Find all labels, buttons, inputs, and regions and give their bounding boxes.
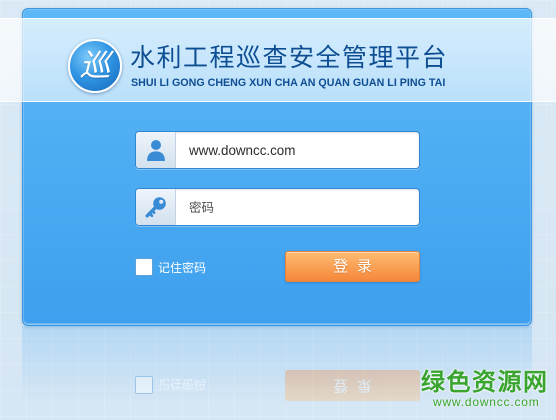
watermark-url: www.downcc.com (433, 395, 540, 409)
remember-checkbox-reflection (135, 376, 153, 394)
page-subtitle: SHUI LI GONG CHENG XUN CHA AN QUAN GUAN … (131, 77, 446, 89)
login-button-reflection: 登 录 (285, 370, 420, 401)
patrol-logo-icon: 巡 (68, 39, 122, 93)
logo-glyph: 巡 (79, 47, 111, 84)
password-input[interactable] (176, 189, 419, 225)
key-icon-hole (158, 199, 163, 204)
username-input[interactable] (176, 132, 419, 168)
remember-label-reflection: 记住密码 (158, 377, 207, 391)
page-title: 水利工程巡查安全管理平台 (130, 43, 449, 72)
watermark-name: 绿色资源网 (421, 368, 549, 396)
remember-checkbox[interactable] (135, 258, 153, 276)
login-page: { "theme": { "background": "#d5e6f4", "p… (0, 0, 556, 420)
password-field (135, 188, 420, 226)
user-icon-body (146, 151, 165, 161)
remember-label[interactable]: 记住密码 (158, 260, 206, 276)
username-icon-box (136, 132, 176, 168)
password-icon-box (136, 189, 176, 225)
login-button-reflection-label: 登 录 (333, 377, 374, 395)
login-button[interactable]: 登 录 (285, 251, 420, 282)
user-icon-head (150, 140, 161, 150)
user-icon (146, 140, 165, 161)
username-field (135, 131, 420, 169)
key-icon (145, 197, 166, 218)
